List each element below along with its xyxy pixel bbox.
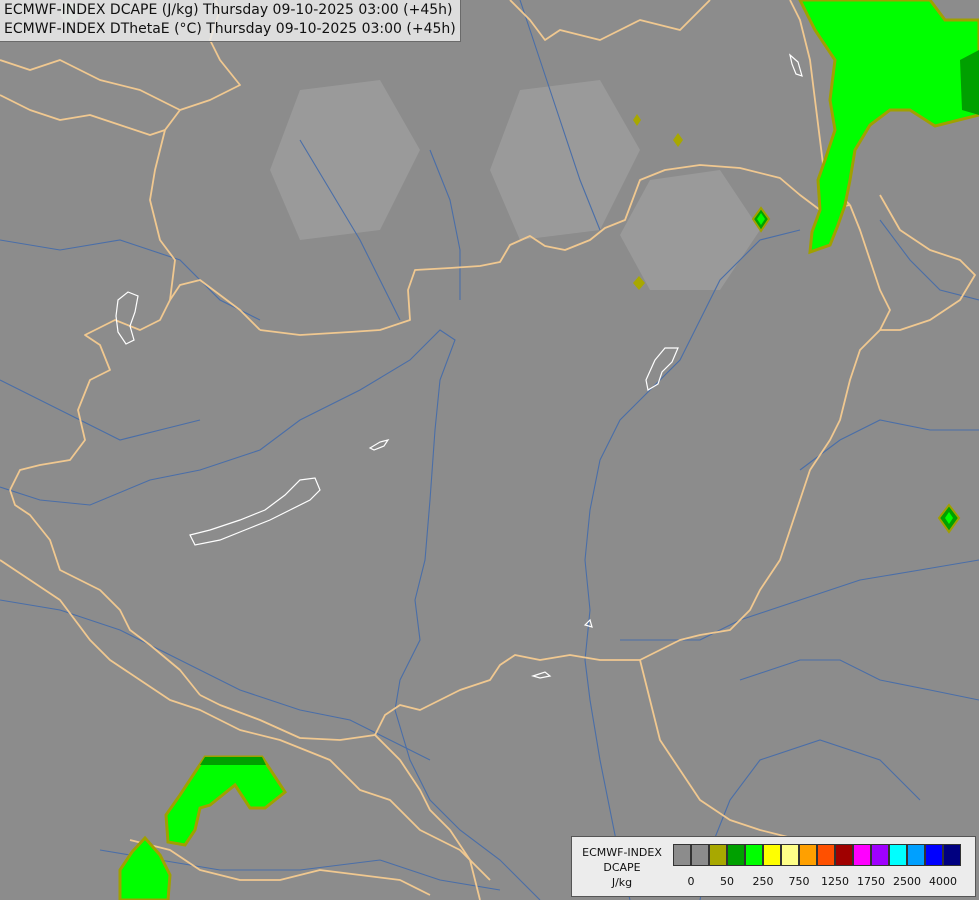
map-canvas [0, 0, 979, 900]
legend-label: 1250 [821, 875, 849, 888]
legend-swatch [817, 844, 835, 866]
border-ua-ro-n [879, 194, 976, 331]
border-hu-hr-at [9, 489, 201, 696]
legend-title-line3: J/kg [611, 876, 633, 889]
map-stage: ECMWF-INDEX DCAPE (J/kg) Thursday 09-10-… [0, 0, 979, 900]
border-sk-pl [509, 0, 711, 41]
legend-title-line1: ECMWF-INDEX [582, 846, 662, 859]
legend-swatch [727, 844, 745, 866]
border-south-w [129, 839, 431, 896]
river-mures [620, 559, 979, 641]
legend-swatch [763, 844, 781, 866]
title-line-dcape: ECMWF-INDEX DCAPE (J/kg) Thursday 09-10-… [4, 2, 453, 18]
legend-swatch [673, 844, 691, 866]
legend-title: ECMWF-INDEX DCAPE J/kg [574, 845, 670, 890]
river-west [0, 379, 201, 441]
dcape-region-northeast-dark [960, 50, 979, 115]
legend-label: 2500 [893, 875, 921, 888]
legend-swatch [853, 844, 871, 866]
legend-swatch [709, 844, 727, 866]
dcape-region-southwest-dark [200, 757, 266, 765]
legend-swatches [673, 844, 961, 866]
river-tisza [584, 229, 801, 900]
title-box: ECMWF-INDEX DCAPE (J/kg) Thursday 09-10-… [0, 0, 461, 42]
river-danube [0, 329, 541, 900]
legend-label: 4000 [929, 875, 957, 888]
lake-small-2 [789, 53, 803, 77]
river-east [879, 219, 979, 301]
legend-swatch [925, 844, 943, 866]
legend-label: 50 [720, 875, 734, 888]
legend-swatch [871, 844, 889, 866]
dcape-spot-4 [633, 114, 641, 126]
lake-neusiedl [115, 291, 139, 345]
dcape-region-northeast [798, 0, 979, 255]
border-ba-rs [374, 734, 481, 900]
river-hron [429, 149, 461, 300]
river-morava [0, 239, 261, 321]
legend-label: 750 [788, 875, 810, 888]
legend-swatch [745, 844, 763, 866]
legend-title-line2: DCAPE [603, 861, 641, 874]
legend-label: 1750 [857, 875, 885, 888]
legend-swatch [691, 844, 709, 866]
lake-tisza [645, 347, 679, 391]
watermark [270, 80, 760, 290]
border-nw-cz [0, 59, 181, 111]
river-olt [739, 659, 979, 701]
dcape-spot-2 [633, 276, 645, 290]
legend-swatch [781, 844, 799, 866]
legend-swatch [889, 844, 907, 866]
legend: ECMWF-INDEX DCAPE J/kg 0 50 250 750 1250 1750… [571, 836, 976, 897]
legend-label: 0 [687, 875, 695, 888]
legend-swatch [835, 844, 853, 866]
title-line-dthetae: ECMWF-INDEX DThetaE (°C) Thursday 09-10-… [4, 21, 456, 37]
legend-swatch [943, 844, 961, 866]
dcape-region-southwest [164, 755, 288, 847]
lakes [115, 53, 803, 679]
border-at-cz [0, 94, 166, 136]
legend-label: 250 [752, 875, 774, 888]
lake-balaton [189, 477, 321, 546]
dcape-spot-3 [673, 133, 683, 147]
legend-swatch [907, 844, 925, 866]
legend-swatch [799, 844, 817, 866]
lake-velence [368, 439, 390, 451]
border-hu-rs [199, 654, 640, 741]
border-rs-ro [639, 659, 801, 841]
legend-labels: 0 50 250 750 1250 1750 2500 4000 [673, 875, 973, 889]
lake-small-3 [530, 671, 552, 679]
